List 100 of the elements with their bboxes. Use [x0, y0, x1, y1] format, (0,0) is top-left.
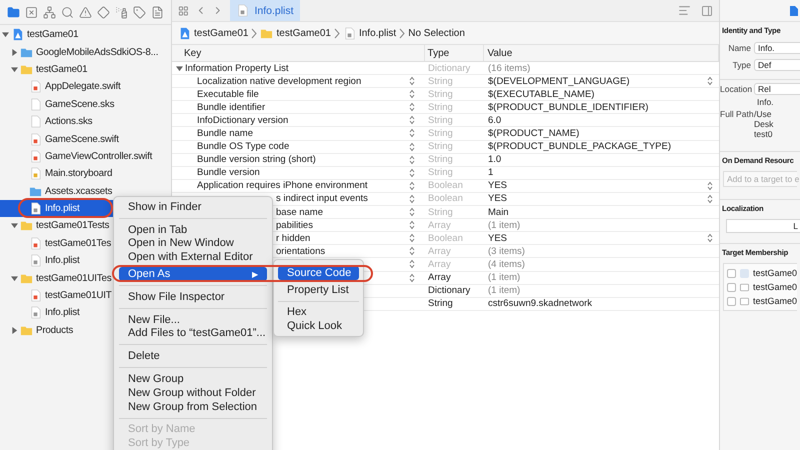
table-row[interactable]: Bundle OS Type code String $(PRODUCT_BUNDLE_PACKAGE_TYPE)	[172, 140, 719, 154]
text-field[interactable]: Def	[754, 58, 800, 70]
value-cell: $(PRODUCT_NAME)	[488, 128, 580, 140]
tree-item[interactable]: GoogleMobileAdsSdkiOS-8...	[0, 43, 171, 61]
tree-item[interactable]: testGame01	[0, 26, 171, 44]
stepper-icon[interactable]	[409, 220, 415, 230]
table-row[interactable]: InfoDictionary version String 6.0	[172, 114, 719, 128]
panel-icon[interactable]	[701, 4, 713, 16]
disclosure-triangle[interactable]	[11, 326, 18, 334]
menu-item[interactable]: New Group	[119, 372, 267, 386]
folder-icon	[20, 219, 33, 232]
text-field[interactable]: Info.	[754, 42, 800, 54]
stepper-icon[interactable]	[409, 272, 415, 282]
document-icon[interactable]	[150, 4, 165, 20]
project-icon	[11, 28, 24, 42]
value-cell: $(PRODUCT_BUNDLE_IDENTIFIER)	[488, 102, 648, 113]
stepper-icon[interactable]	[409, 259, 415, 270]
stepper-icon[interactable]	[409, 168, 415, 178]
search-icon[interactable]	[60, 4, 75, 20]
disclosure-triangle[interactable]	[11, 222, 18, 230]
disclosure-triangle[interactable]	[176, 64, 183, 72]
stepper-icon[interactable]	[409, 207, 415, 218]
stepper-icon[interactable]	[409, 128, 415, 138]
stepper-icon[interactable]	[409, 194, 415, 204]
menu-item[interactable]: Delete	[119, 349, 267, 364]
tag-icon[interactable]	[132, 4, 147, 20]
disclosure-triangle[interactable]	[11, 274, 18, 282]
popup-field[interactable]: Rel	[754, 82, 800, 94]
grid-icon[interactable]	[178, 4, 189, 16]
warning-icon[interactable]	[78, 4, 93, 20]
disclosure-triangle[interactable]	[2, 31, 9, 38]
key-cell: Bundle version string (short)	[197, 154, 316, 166]
type-cell: String	[428, 114, 453, 126]
field-label: Name	[727, 42, 752, 52]
stepper-icon[interactable]	[409, 76, 415, 86]
value-cell: 1	[488, 167, 494, 178]
localize-button[interactable]: L	[726, 219, 800, 233]
tree-item[interactable]: Main.storyboard	[0, 165, 171, 183]
table-row[interactable]: Localization native development region String $(DEVELOPMENT_LANGUAGE)	[172, 75, 719, 88]
table-row[interactable]: Bundle version string (short) String 1.0	[172, 154, 719, 167]
lines-icon[interactable]	[678, 4, 691, 17]
file-icon[interactable]	[790, 6, 798, 16]
table-row[interactable]: Information Property List Dictionary (16 items)	[172, 62, 719, 76]
tree-item[interactable]: testGame01	[0, 60, 171, 78]
stepper-icon[interactable]	[707, 180, 713, 191]
editor-tab[interactable]: Info.plist	[230, 0, 300, 21]
menu-item[interactable]: New Group without Folder	[119, 386, 267, 400]
stepper-icon[interactable]	[409, 142, 415, 152]
hierarchy-icon[interactable]	[42, 4, 57, 20]
menu-item[interactable]: Source Code	[278, 266, 359, 280]
menu-item[interactable]: Open As ▶	[119, 267, 267, 281]
menu-item[interactable]: Quick Look	[278, 319, 359, 334]
type-cell: Boolean	[428, 193, 463, 204]
tree-item[interactable]: GameScene.swift	[0, 130, 171, 148]
type-cell: String	[428, 167, 453, 178]
tree-item[interactable]: GameScene.sks	[0, 96, 171, 113]
diamond-icon[interactable]	[96, 4, 111, 20]
stepper-icon[interactable]	[409, 154, 415, 165]
checkbox[interactable]	[727, 268, 736, 278]
stepper-icon[interactable]	[409, 233, 415, 244]
tree-item[interactable]: Assets.xcassets	[0, 182, 171, 200]
folder-icon[interactable]	[6, 4, 21, 20]
menu-item[interactable]: New File...	[119, 312, 267, 327]
type-cell: String	[428, 76, 453, 87]
file-icon	[29, 254, 42, 268]
stepper-icon[interactable]	[409, 246, 415, 256]
value-cell: (4 items)	[488, 258, 525, 270]
disclosure-triangle[interactable]	[11, 66, 18, 73]
app-icon	[740, 268, 749, 278]
field-label: Location	[720, 84, 754, 94]
menu-item[interactable]: New Group from Selection	[119, 400, 267, 414]
column-header[interactable]: Type	[424, 45, 484, 61]
stepper-icon[interactable]	[409, 89, 415, 100]
stepper-icon[interactable]	[409, 180, 415, 191]
column-header[interactable]: Value	[484, 45, 719, 61]
table-row[interactable]: Bundle version String 1	[172, 166, 719, 180]
stepper-icon[interactable]	[409, 102, 415, 112]
stepper-icon[interactable]	[707, 76, 713, 86]
table-row[interactable]: Bundle name String $(PRODUCT_NAME)	[172, 127, 719, 141]
breadcrumb-item[interactable]: testGame01	[276, 28, 331, 38]
tree-item[interactable]: Actions.sks	[0, 112, 171, 130]
type-cell: String	[428, 128, 453, 140]
square-x-icon[interactable]	[24, 4, 39, 20]
menu-item[interactable]: Add Files to “testGame01”...	[119, 326, 267, 340]
column-header[interactable]: Key	[172, 45, 425, 61]
table-row[interactable]: Executable file String $(EXECUTABLE_NAME)	[172, 88, 719, 102]
stepper-icon[interactable]	[409, 115, 415, 126]
table-row[interactable]: Application requires iPhone environment Boolean YES	[172, 180, 719, 193]
tree-item[interactable]: AppDelegate.swift	[0, 78, 171, 96]
breadcrumb-item[interactable]: testGame01	[194, 28, 248, 38]
table-row[interactable]: Bundle identifier String $(PRODUCT_BUNDLE_IDENTIFIER)	[172, 101, 719, 114]
checkbox[interactable]	[727, 296, 736, 306]
menu-item[interactable]: Property List	[278, 282, 359, 297]
breadcrumb-item[interactable]: No Selection	[408, 28, 465, 38]
checkbox[interactable]	[727, 282, 736, 292]
stepper-icon[interactable]	[707, 194, 713, 204]
disclosure-triangle[interactable]	[11, 48, 18, 56]
stepper-icon[interactable]	[707, 233, 713, 244]
tree-item[interactable]: GameViewController.swift	[0, 148, 171, 166]
breadcrumb-item[interactable]: Info.plist	[358, 28, 396, 38]
